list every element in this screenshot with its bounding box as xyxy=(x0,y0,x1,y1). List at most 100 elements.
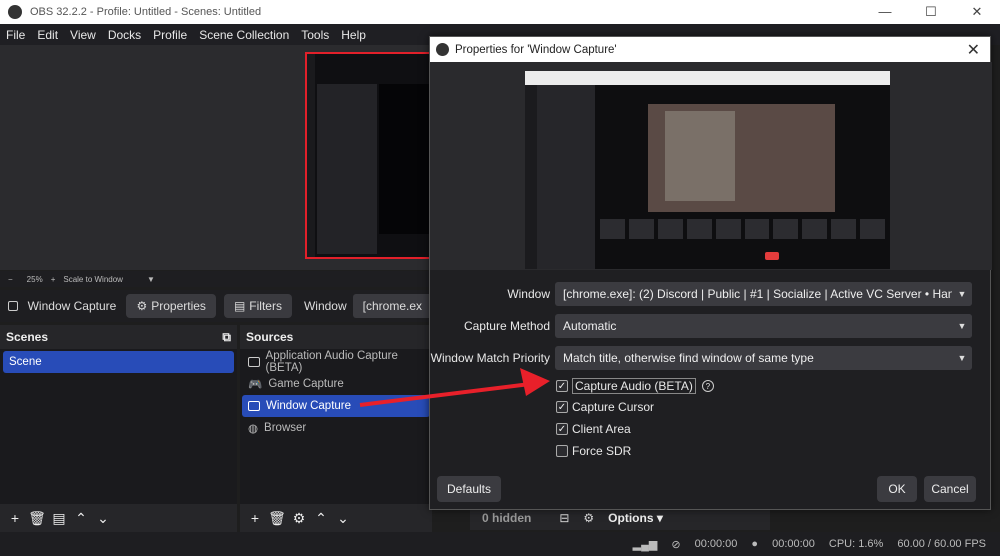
captured-window-preview xyxy=(525,71,890,269)
zoom-out-button[interactable]: − xyxy=(8,275,13,284)
trash-icon[interactable]: 🗑 xyxy=(266,510,288,527)
stream-time: 00:00:00 xyxy=(772,538,815,550)
capture-cursor-label: Capture Cursor xyxy=(572,400,655,414)
force-sdr-checkbox[interactable]: Force SDR xyxy=(556,444,631,458)
chevron-down-icon[interactable]: ▼ xyxy=(952,346,972,370)
hidden-count[interactable]: 0 hidden xyxy=(482,511,531,525)
source-window-capture[interactable]: Window Capture xyxy=(242,395,430,417)
dialog-title: Properties for 'Window Capture' xyxy=(455,43,617,56)
zoom-level: 25% xyxy=(26,274,43,284)
match-priority-value: Match title, otherwise find window of sa… xyxy=(563,351,814,365)
sources-title: Sources xyxy=(246,330,294,344)
source-browser[interactable]: ◍ Browser xyxy=(242,417,430,439)
scenes-footer: + 🗑 ▤ ⌃ ⌄ xyxy=(0,504,237,532)
zoom-bar: − 25% + Scale to Window ▼ xyxy=(0,271,432,287)
match-priority-select[interactable]: Match title, otherwise find window of sa… xyxy=(555,346,972,370)
menu-edit[interactable]: Edit xyxy=(31,28,64,42)
add-source-icon[interactable]: + xyxy=(244,510,266,526)
audio-capture-icon xyxy=(248,357,260,367)
preview-source-frame[interactable] xyxy=(305,52,431,259)
chevron-up-icon[interactable]: ⌃ xyxy=(70,510,92,527)
trash-icon[interactable]: 🗑 xyxy=(26,510,48,527)
zoom-in-button[interactable]: + xyxy=(51,275,56,284)
chevron-down-icon[interactable]: ▼ xyxy=(952,282,972,306)
fps: 60.00 / 60.00 FPS xyxy=(897,538,986,550)
checkbox-unchecked-icon[interactable] xyxy=(556,445,568,457)
cpu-usage: CPU: 1.6% xyxy=(828,538,884,550)
chevron-down-icon[interactable]: ⌄ xyxy=(92,510,114,527)
close-button[interactable]: ✕ xyxy=(954,0,1000,24)
filter-icon: ▤ xyxy=(233,299,246,313)
chevron-down-icon[interactable]: ⌄ xyxy=(332,510,354,527)
source-label: Window Capture xyxy=(266,400,352,412)
capture-method-label: Capture Method xyxy=(463,319,550,333)
globe-icon: ◍ xyxy=(248,423,259,435)
server-sidebar xyxy=(525,85,537,269)
sources-header: Sources xyxy=(240,325,432,349)
selected-source-name: Window Capture xyxy=(27,299,117,313)
source-label: Browser xyxy=(264,422,307,434)
menu-profile[interactable]: Profile xyxy=(147,28,193,42)
checkbox-checked-icon[interactable]: ✓ xyxy=(556,401,568,413)
capture-cursor-checkbox[interactable]: ✓ Capture Cursor xyxy=(556,400,654,414)
ok-button[interactable]: OK xyxy=(877,476,917,502)
sources-dock: Sources Application Audio Capture (BETA)… xyxy=(240,325,432,532)
status-bar: ▂▄▆ ⊘ 00:00:00 ● 00:00:00 CPU: 1.6% 60.0… xyxy=(0,532,1000,556)
checkbox-checked-icon[interactable]: ✓ xyxy=(556,423,568,435)
options-button[interactable]: Options ▾ xyxy=(608,511,663,525)
window-select[interactable]: [chrome.ex xyxy=(352,294,432,318)
settings-icon[interactable]: ⚙ xyxy=(583,511,594,525)
scene-item[interactable]: Scene xyxy=(3,351,234,373)
defaults-button[interactable]: Defaults xyxy=(437,476,501,502)
filters-button[interactable]: ▤ Filters xyxy=(223,294,292,318)
preview-sidebar xyxy=(307,54,315,257)
close-icon[interactable]: ✕ xyxy=(967,40,980,60)
menu-help[interactable]: Help xyxy=(335,28,372,42)
source-game-capture[interactable]: 🎮 Game Capture xyxy=(242,373,430,395)
cancel-button[interactable]: Cancel xyxy=(924,476,976,502)
window-label: Window xyxy=(507,287,550,301)
capture-audio-checkbox[interactable]: ✓ Capture Audio (BETA) ? xyxy=(556,378,714,394)
network-icon: ▂▄▆ xyxy=(632,538,658,551)
add-scene-icon[interactable]: + xyxy=(4,510,26,526)
minimize-button[interactable]: — xyxy=(862,0,908,24)
dialog-preview xyxy=(430,62,992,270)
menu-docks[interactable]: Docks xyxy=(102,28,147,42)
stream-video-detail xyxy=(665,111,735,201)
title-bar: OBS 32.2.2 - Profile: Untitled - Scenes:… xyxy=(0,0,1000,24)
record-time: 00:00:00 xyxy=(694,538,738,550)
capture-audio-label: Capture Audio (BETA) xyxy=(572,378,696,394)
help-icon[interactable]: ? xyxy=(701,380,714,392)
filter-icon[interactable]: ▤ xyxy=(48,510,70,527)
participant-tiles xyxy=(600,219,886,239)
menu-scene-collection[interactable]: Scene Collection xyxy=(193,28,295,42)
properties-button[interactable]: ⚙ Properties xyxy=(126,294,216,318)
gamepad-icon: 🎮 xyxy=(248,379,263,391)
source-label: Application Audio Capture (BETA) xyxy=(265,350,398,374)
menu-file[interactable]: File xyxy=(0,28,31,42)
menu-tools[interactable]: Tools xyxy=(295,28,335,42)
stream-icon: ● xyxy=(751,538,759,550)
window-title: OBS 32.2.2 - Profile: Untitled - Scenes:… xyxy=(30,6,262,18)
chevron-down-icon[interactable]: ▼ xyxy=(952,314,972,338)
force-sdr-label: Force SDR xyxy=(572,444,632,458)
capture-method-select[interactable]: Automatic ▼ xyxy=(555,314,972,338)
window-capture-icon xyxy=(8,301,18,311)
source-app-audio[interactable]: Application Audio Capture (BETA) xyxy=(242,350,430,374)
layout-icon[interactable]: ⊟ xyxy=(559,511,569,525)
gear-icon[interactable]: ⚙ xyxy=(288,510,310,527)
zoom-mode[interactable]: Scale to Window xyxy=(63,275,123,284)
window-select[interactable]: [chrome.exe]: (2) Discord | Public | #1 … xyxy=(555,282,972,306)
capture-method-value: Automatic xyxy=(563,319,617,333)
maximize-button[interactable]: ☐ xyxy=(908,0,954,24)
undock-icon[interactable]: ⧉ xyxy=(222,330,231,345)
preview-channel-list xyxy=(317,84,377,254)
client-area-label: Client Area xyxy=(572,422,631,436)
properties-label: Properties xyxy=(151,299,206,313)
client-area-checkbox[interactable]: ✓ Client Area xyxy=(556,422,631,436)
obs-logo-icon xyxy=(8,5,22,19)
chevron-down-icon[interactable]: ▼ xyxy=(147,275,155,284)
chevron-up-icon[interactable]: ⌃ xyxy=(310,510,332,527)
checkbox-checked-icon[interactable]: ✓ xyxy=(556,380,568,392)
menu-view[interactable]: View xyxy=(64,28,102,42)
